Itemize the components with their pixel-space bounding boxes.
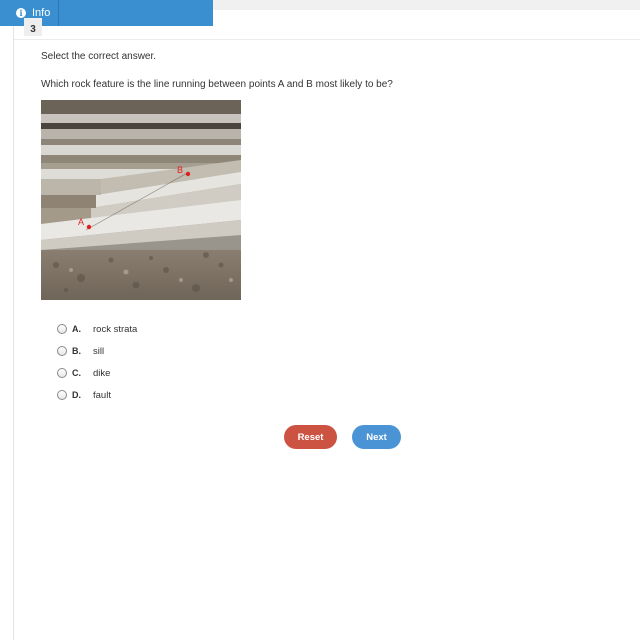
choice-text: sill (93, 345, 105, 357)
question-prompt: Which rock feature is the line running b… (41, 79, 393, 90)
choice-text: rock strata (93, 323, 138, 335)
radio-button[interactable] (57, 390, 67, 400)
point-b-marker (185, 171, 191, 177)
choice-letter: B. (72, 346, 81, 356)
point-a-label: A (78, 217, 84, 227)
point-b-label: B (177, 165, 183, 175)
radio-button[interactable] (57, 324, 67, 334)
choice-text: fault (93, 389, 111, 401)
choice-letter: C. (72, 368, 81, 378)
header-divider (14, 39, 640, 40)
point-a-marker (86, 224, 92, 230)
radio-button[interactable] (57, 368, 67, 378)
left-border-line (13, 26, 14, 640)
rock-outcrop-image: A B (41, 100, 241, 300)
top-header-strip (213, 0, 640, 10)
choice-a[interactable]: A. rock strata (57, 318, 137, 340)
choice-letter: D. (72, 390, 81, 400)
choice-c[interactable]: C. dike (57, 362, 137, 384)
choice-b[interactable]: B. sill (57, 340, 137, 362)
question-number: 3 (24, 18, 42, 36)
answer-choices: A. rock strata B. sill C. dike D. fault (57, 318, 137, 406)
next-button[interactable]: Next (352, 425, 401, 449)
instruction-text: Select the correct answer. (41, 51, 157, 62)
choice-text: dike (93, 367, 111, 379)
info-circle-icon: i (16, 8, 26, 18)
choice-letter: A. (72, 324, 81, 334)
radio-button[interactable] (57, 346, 67, 356)
choice-d[interactable]: D. fault (57, 384, 137, 406)
reset-button[interactable]: Reset (284, 425, 337, 449)
